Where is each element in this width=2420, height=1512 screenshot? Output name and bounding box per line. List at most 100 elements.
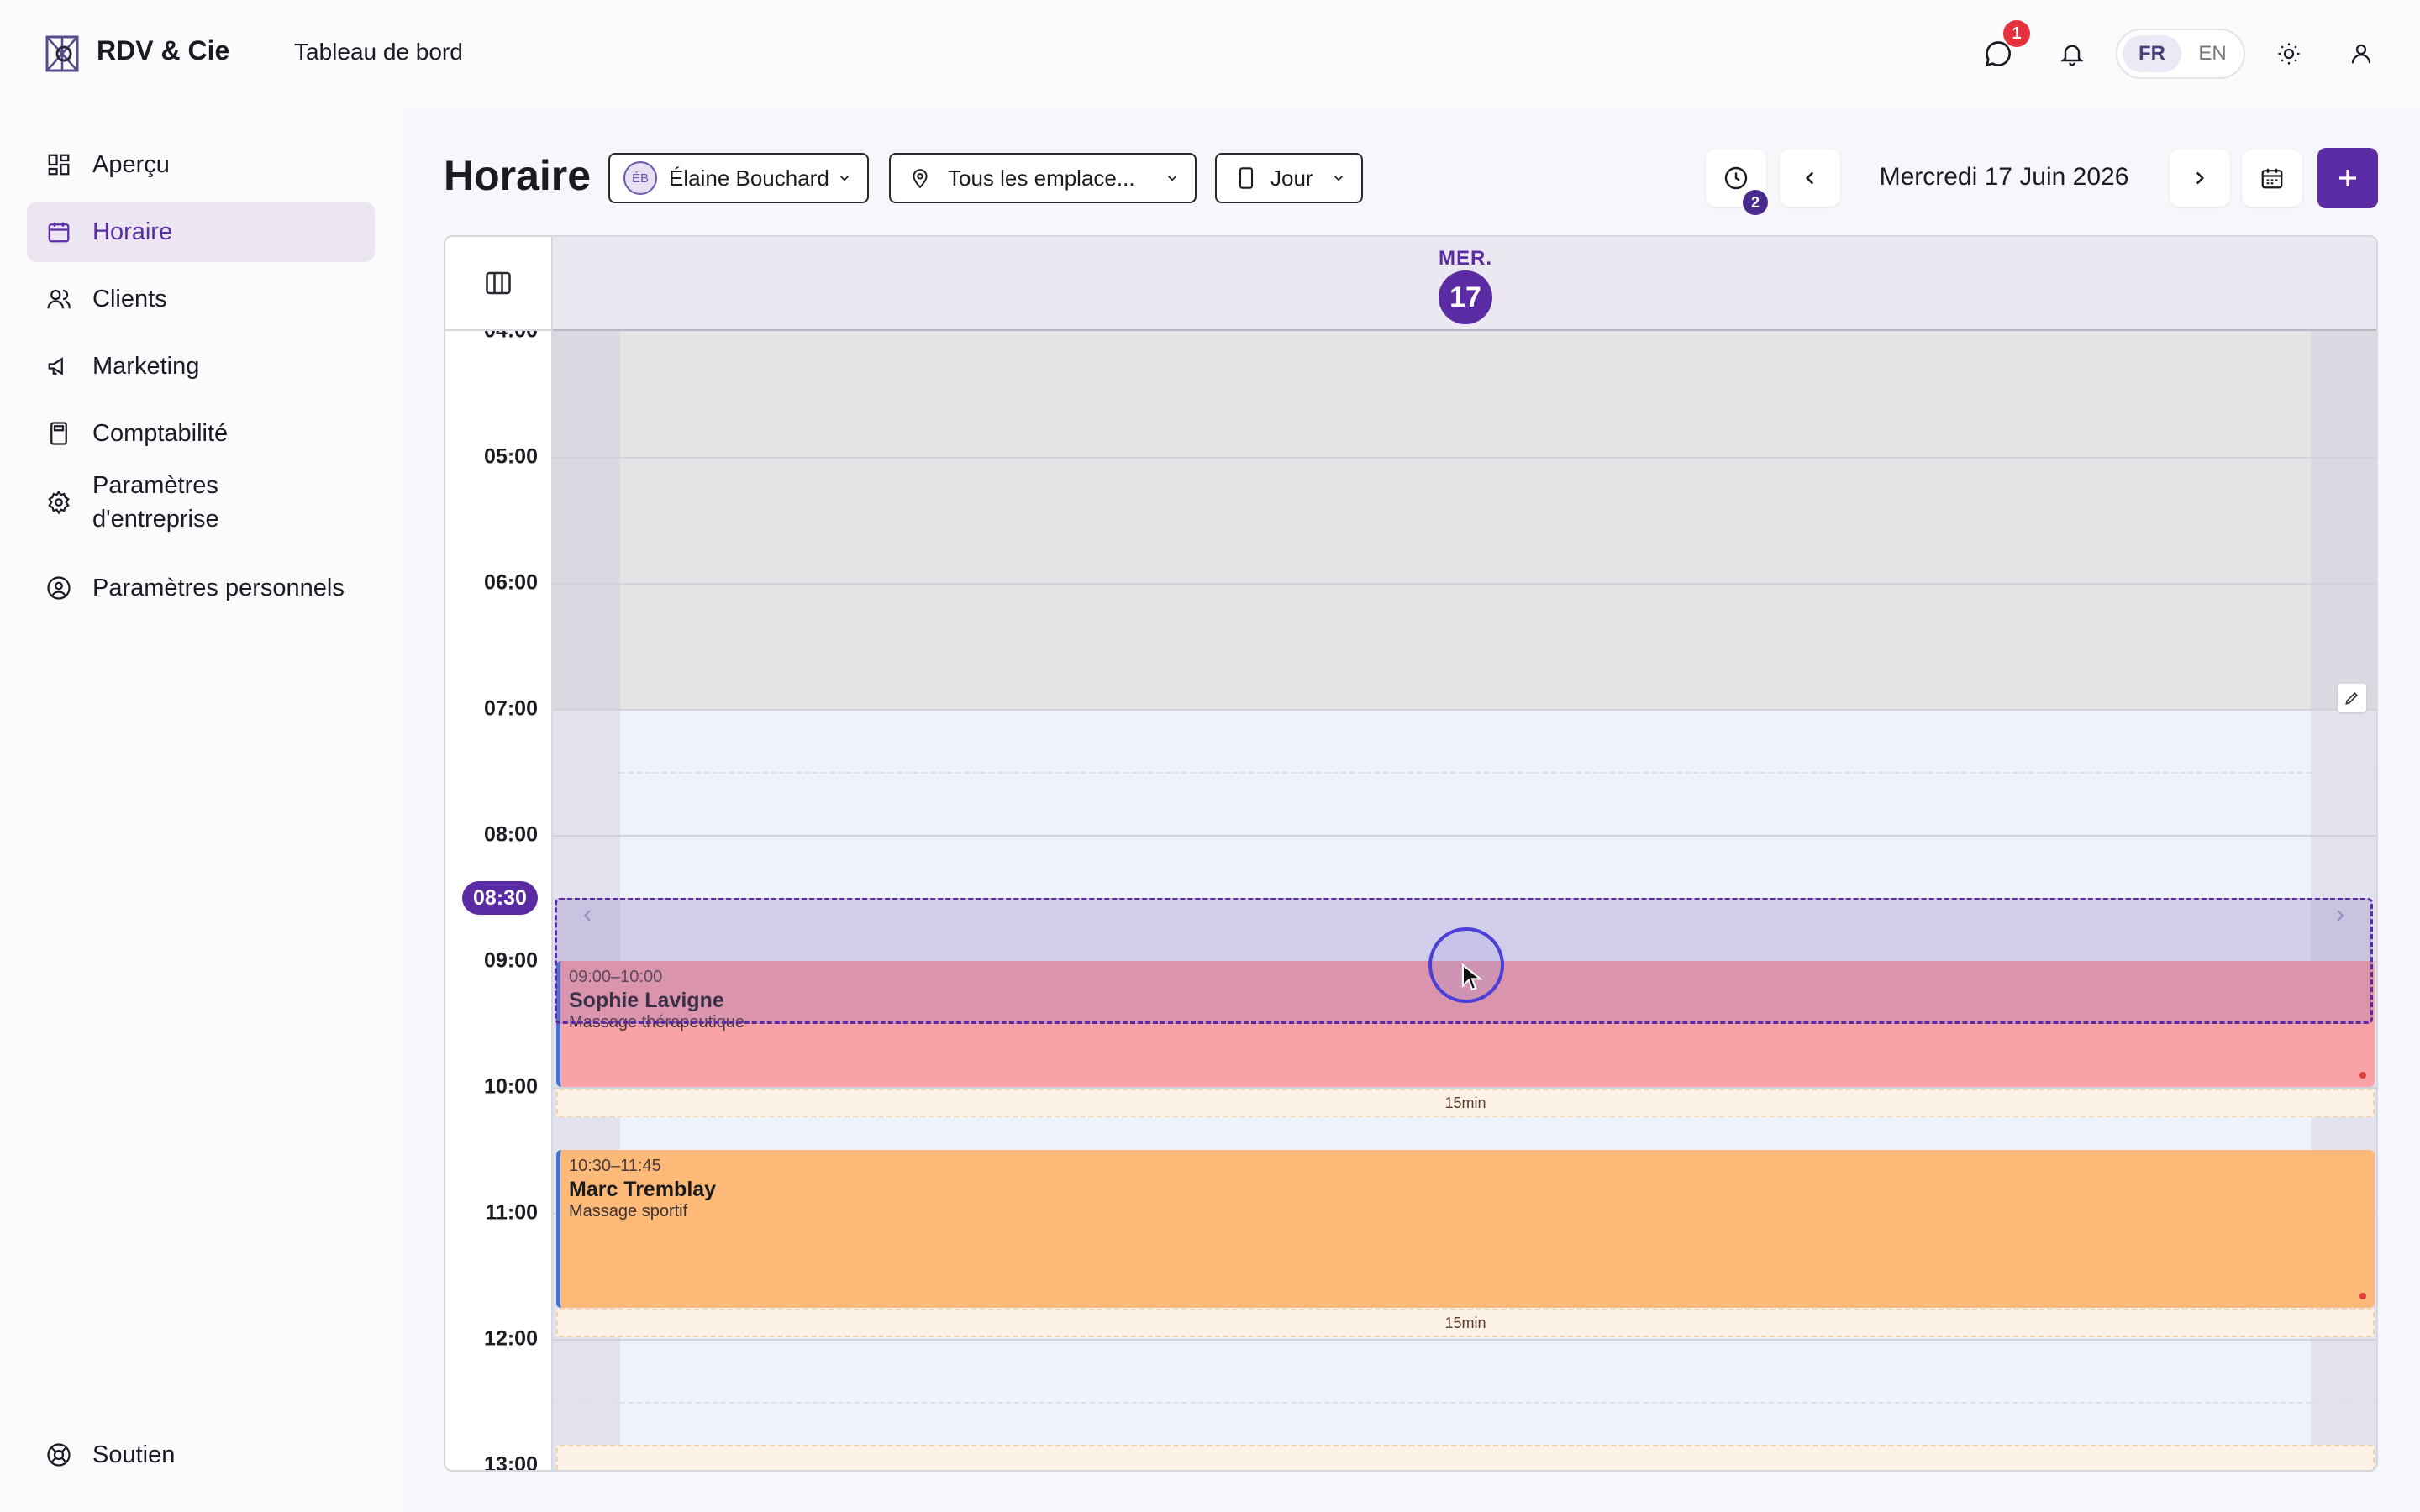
- bell-icon: [2060, 45, 2084, 66]
- sidebar-item-soutien[interactable]: Soutien: [27, 1425, 375, 1485]
- avatar: ÉB: [623, 161, 657, 195]
- hour-label: 11:00: [485, 1200, 538, 1225]
- lang-en-button[interactable]: EN: [2183, 35, 2242, 72]
- sidebar-item-label: Clients: [92, 285, 167, 312]
- staff-select[interactable]: ÉB Élaine Bouchard: [608, 153, 869, 203]
- chevron-right-icon: [2330, 906, 2350, 930]
- pencil-icon: [2345, 691, 2359, 705]
- toggle-columns-button[interactable]: [445, 237, 553, 331]
- phone-icon: [1237, 166, 1255, 190]
- sun-icon: [2278, 43, 2300, 65]
- clock-icon: [1724, 166, 1748, 190]
- chevron-right-icon: [2196, 171, 2205, 185]
- schedule-title: Horaire: [444, 152, 592, 199]
- date-picker-button[interactable]: [2242, 150, 2302, 207]
- lang-fr-button[interactable]: FR: [2123, 35, 2181, 72]
- sidebar-item-label: Paramètres personnels: [92, 574, 345, 601]
- sidebar: Aperçu Horaire Clients Marketing Comptab…: [0, 108, 403, 1512]
- current-date: Mercredi 17 Juin 2026: [1879, 163, 2129, 191]
- edit-hours-button[interactable]: [2338, 684, 2366, 712]
- status-dot: [2360, 1293, 2366, 1299]
- sidebar-item-label: Horaire: [92, 218, 173, 245]
- buffer-block: 15min: [556, 1309, 2375, 1337]
- history-badge: 2: [1743, 190, 1768, 215]
- hour-line: [553, 457, 2376, 459]
- cursor-icon: [1461, 963, 1483, 991]
- sidebar-item-label: Aperçu: [92, 150, 170, 178]
- messages-badge: 1: [2003, 20, 2030, 47]
- hour-label: 05:00: [484, 444, 538, 469]
- day-number[interactable]: 17: [1439, 270, 1492, 324]
- lifebuoy-icon: [45, 1441, 72, 1468]
- time-grid[interactable]: 09:00–10:00 Sophie Lavigne Massage théra…: [553, 331, 2376, 1470]
- add-appointment-button[interactable]: [2317, 148, 2378, 208]
- sidebar-item-comptabilite[interactable]: Comptabilité: [27, 403, 375, 464]
- hour-label: 07:00: [484, 696, 538, 721]
- day-header: MER. 17: [553, 237, 2376, 331]
- chevron-left-icon: [577, 906, 597, 930]
- hour-line: [553, 835, 2376, 837]
- profile-button[interactable]: [2341, 34, 2381, 74]
- sidebar-item-label: Comptabilité: [92, 419, 229, 447]
- dashboard-icon: [45, 151, 72, 178]
- buffer-block: 15min: [556, 1089, 2375, 1117]
- hour-line: [553, 709, 2376, 711]
- next-day-button[interactable]: [2170, 150, 2230, 207]
- chevron-left-icon: [1805, 171, 1814, 185]
- sidebar-item-label: Soutien: [92, 1441, 176, 1468]
- chevron-down-icon: [837, 171, 852, 186]
- hour-label: 06:00: [484, 570, 538, 595]
- user-icon: [2351, 44, 2371, 64]
- brand-name[interactable]: RDV & Cie: [97, 35, 229, 66]
- day-of-week: MER.: [1439, 247, 1492, 270]
- user-circle-icon: [45, 575, 72, 601]
- appointment-card[interactable]: 10:30–11:45 Marc Tremblay Massage sporti…: [556, 1150, 2375, 1308]
- calendar-icon: [2261, 168, 2283, 189]
- megaphone-icon: [45, 353, 72, 380]
- view-select[interactable]: Jour: [1215, 153, 1363, 203]
- appointment-client: Marc Tremblay: [569, 1178, 717, 1201]
- sidebar-item-marketing[interactable]: Marketing: [27, 336, 375, 396]
- location-select[interactable]: Tous les emplace...: [889, 153, 1197, 203]
- appointment-service: Massage sportif: [569, 1202, 688, 1221]
- columns-icon: [486, 271, 511, 295]
- view-value: Jour: [1270, 165, 1313, 191]
- location-value: Tous les emplace...: [948, 165, 1135, 191]
- hour-line: [553, 583, 2376, 585]
- sidebar-item-label: Paramètres d'entreprise: [92, 472, 219, 533]
- chevron-down-icon: [1331, 171, 1346, 186]
- logo-icon: [45, 35, 79, 72]
- staff-name: Élaine Bouchard: [669, 165, 829, 191]
- hour-label: 08:00: [484, 822, 538, 847]
- previous-day-button[interactable]: [1780, 150, 1840, 207]
- top-bar: RDV & Cie Tableau de bord 1 FR EN: [0, 0, 2420, 108]
- notifications-button[interactable]: [2052, 34, 2092, 74]
- day-calendar: MER. 17 04:00 05:00 06:00 07:00 08:00 09…: [444, 235, 2378, 1472]
- users-icon: [45, 286, 72, 312]
- appointment-time: 10:30–11:45: [569, 1157, 661, 1175]
- hour-label: 09:00: [484, 948, 538, 973]
- half-hour-line: [553, 772, 2376, 774]
- upcoming-block: [556, 1445, 2375, 1470]
- half-hour-line: [553, 1402, 2376, 1404]
- hour-line: [553, 1339, 2376, 1341]
- status-dot: [2360, 1072, 2366, 1079]
- language-switcher: FR EN: [2116, 29, 2245, 79]
- page-title: Tableau de bord: [294, 39, 463, 65]
- theme-toggle-button[interactable]: [2269, 34, 2309, 74]
- sidebar-item-parametres-personnels[interactable]: Paramètres personnels: [27, 558, 375, 618]
- chevron-down-icon: [1165, 171, 1180, 186]
- closed-hours-block: [553, 331, 2376, 709]
- hour-label: 10:00: [484, 1074, 538, 1099]
- sidebar-item-apercu[interactable]: Aperçu: [27, 134, 375, 195]
- hour-label: 12:00: [484, 1326, 538, 1351]
- calendar-icon: [45, 218, 72, 245]
- sidebar-item-clients[interactable]: Clients: [27, 269, 375, 329]
- sidebar-item-label: Marketing: [92, 352, 200, 380]
- hour-label: 04:00: [484, 331, 538, 344]
- sidebar-item-horaire[interactable]: Horaire: [27, 202, 375, 262]
- sidebar-item-parametres-entreprise[interactable]: Paramètres d'entreprise: [27, 460, 375, 544]
- plus-icon: [2339, 170, 2356, 186]
- gear-icon: [45, 489, 72, 516]
- hour-label: 13:00: [484, 1452, 538, 1472]
